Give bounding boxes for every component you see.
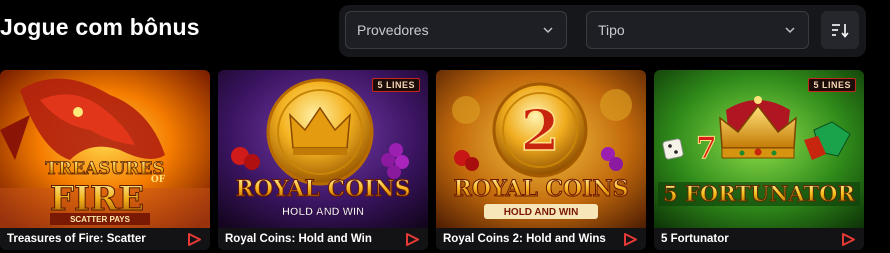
logo-main-text: ROYAL COINS xyxy=(236,176,411,202)
game-card-5-fortunator[interactable]: 7 5 FORTUNATOR 5 LINES 5 Fortunator xyxy=(654,70,864,250)
lines-badge: 5 LINES xyxy=(372,78,420,92)
chevron-down-icon xyxy=(543,27,553,34)
logo-top-text: TREASURES xyxy=(45,159,164,179)
game-card-royal-coins-2[interactable]: 2 ROYAL COINS HOLD AND WIN Royal Coins 2… xyxy=(436,70,646,250)
play-icon[interactable] xyxy=(841,232,856,246)
card-caption: Royal Coins: Hold and Win xyxy=(218,228,428,250)
providers-select-label: Provedores xyxy=(357,22,429,38)
page-title: Jogue com bônus xyxy=(0,14,200,40)
play-icon[interactable] xyxy=(405,232,420,246)
logo-sub-text: HOLD AND WIN xyxy=(282,206,364,218)
game-title: 5 Fortunator xyxy=(661,233,729,245)
providers-select[interactable]: Provedores xyxy=(345,11,567,49)
card-caption: Royal Coins 2: Hold and Wins xyxy=(436,228,646,250)
game-card-treasures-of-fire[interactable]: TREASURES OF FIRE SCATTER PAYS Treasures… xyxy=(0,70,210,250)
game-title: Treasures of Fire: Scatter xyxy=(7,233,146,245)
logo-main-text: ROYAL COINS xyxy=(454,176,629,202)
game-thumbnail: 7 5 FORTUNATOR xyxy=(654,70,864,228)
game-title: Royal Coins: Hold and Win xyxy=(225,233,372,245)
game-card-royal-coins[interactable]: ROYAL COINS HOLD AND WIN 5 LINES Royal C… xyxy=(218,70,428,250)
play-icon[interactable] xyxy=(623,232,638,246)
logo-digit-text: 2 xyxy=(521,98,560,164)
game-title: Royal Coins 2: Hold and Wins xyxy=(443,233,606,245)
card-caption: 5 Fortunator xyxy=(654,228,864,250)
lines-badge: 5 LINES xyxy=(808,78,856,92)
game-thumbnail: 2 ROYAL COINS HOLD AND WIN xyxy=(436,70,646,228)
play-icon[interactable] xyxy=(187,232,202,246)
chevron-down-icon xyxy=(785,27,795,34)
sort-icon xyxy=(832,24,849,38)
logo-sub-text: HOLD AND WIN xyxy=(504,207,579,218)
logo-sub-text: SCATTER PAYS xyxy=(70,215,131,224)
logo-of-text: OF xyxy=(151,175,166,185)
game-thumbnail: TREASURES OF FIRE SCATTER PAYS xyxy=(0,70,210,228)
game-thumbnail: ROYAL COINS HOLD AND WIN xyxy=(218,70,428,228)
sort-button[interactable] xyxy=(821,11,859,49)
svg-text:7: 7 xyxy=(696,131,717,166)
card-caption: Treasures of Fire: Scatter xyxy=(0,228,210,250)
type-select-label: Tipo xyxy=(598,22,625,38)
filter-bar: Provedores Tipo xyxy=(339,5,866,57)
logo-main-text: 5 FORTUNATOR xyxy=(663,181,855,206)
type-select[interactable]: Tipo xyxy=(586,11,809,49)
